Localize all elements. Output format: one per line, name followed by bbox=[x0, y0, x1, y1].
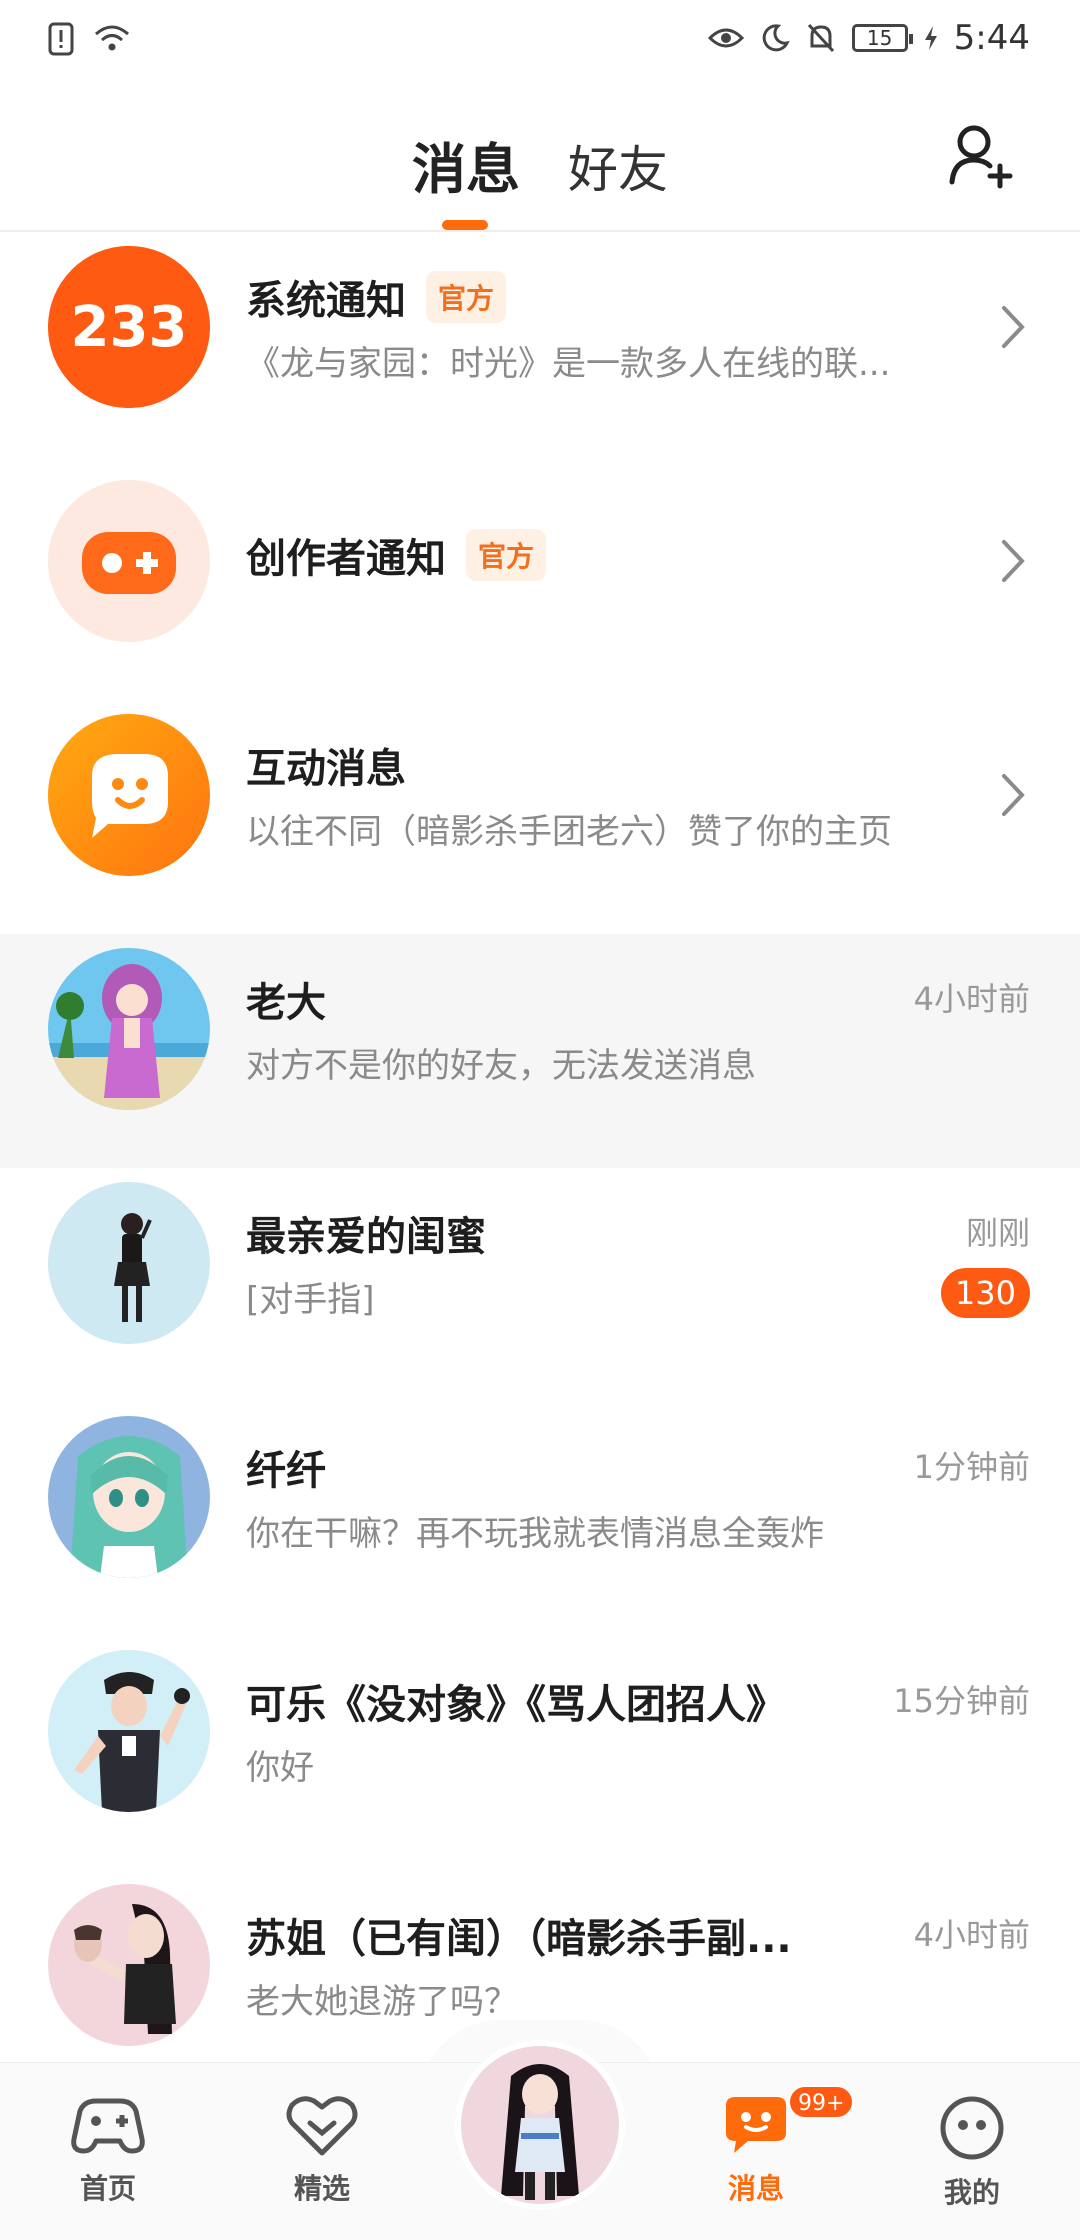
row-title: 苏姐（已有闺）（暗影杀手副... bbox=[246, 1916, 792, 1962]
tab-messages[interactable]: 消息 bbox=[412, 125, 520, 204]
avatar bbox=[48, 1416, 210, 1578]
nav-messages[interactable]: 99+ 消息 bbox=[696, 2085, 855, 2207]
chevron-right-icon bbox=[1002, 774, 1025, 816]
unread-count-badge: 130 bbox=[940, 1268, 1030, 1318]
row-preview: [对手指] bbox=[246, 1280, 375, 1320]
nav-profile[interactable]: 我的 bbox=[912, 2093, 1032, 2211]
avatar-chat-face-icon bbox=[48, 714, 210, 876]
eye-icon bbox=[707, 28, 744, 48]
row-title: 互动消息 bbox=[246, 746, 406, 792]
avatar bbox=[48, 1182, 210, 1344]
moon-icon bbox=[762, 24, 790, 52]
list-item-conversation[interactable]: 最亲爱的闺蜜 刚刚 [对手指] 130 bbox=[0, 1168, 1080, 1402]
row-time: 1分钟前 bbox=[913, 1448, 1030, 1486]
chat-icon bbox=[726, 2097, 786, 2153]
row-preview: 你在干嘛？再不玩我就表情消息全轰炸 bbox=[246, 1514, 824, 1554]
face-icon bbox=[940, 2096, 1004, 2160]
list-item-interaction-messages[interactable]: 互动消息 以往不同（暗影杀手团老六）赞了你的主页 bbox=[0, 700, 1080, 934]
row-title: 创作者通知 官方 bbox=[246, 526, 547, 584]
status-left-icons bbox=[48, 22, 132, 56]
row-title: 纤纤 bbox=[246, 1448, 326, 1494]
row-time: 刚刚 bbox=[965, 1214, 1030, 1252]
messages-badge: 99+ bbox=[788, 2085, 855, 2119]
list-item-system-notice[interactable]: 233 系统通知 官方 《龙与家园：时光》是一款多人在线的联... bbox=[0, 232, 1080, 466]
message-list: 233 系统通知 官方 《龙与家园：时光》是一款多人在线的联... 创作者通知 官方… bbox=[0, 232, 1080, 2104]
tab-friends[interactable]: 好友 bbox=[568, 130, 668, 202]
row-title: 可乐《没对象》《骂人团招人》 bbox=[246, 1682, 786, 1728]
bell-off-icon bbox=[807, 23, 834, 53]
chevron-right-icon bbox=[1002, 306, 1025, 348]
row-preview: 《龙与家园：时光》是一款多人在线的联... bbox=[246, 344, 891, 384]
svg-text:233: 233 bbox=[71, 295, 188, 360]
list-item-creator-notice[interactable]: 创作者通知 官方 bbox=[0, 466, 1080, 700]
sim-alert-icon bbox=[48, 22, 74, 56]
row-preview: 对方不是你的好友，无法发送消息 bbox=[246, 1046, 756, 1086]
row-title: 老大 bbox=[246, 980, 326, 1026]
row-preview: 老大她退游了吗？ bbox=[246, 1982, 518, 2022]
header: 消息 好友 bbox=[0, 80, 1080, 232]
row-preview: 以往不同（暗影杀手团老六）赞了你的主页 bbox=[246, 812, 892, 852]
official-badge: 官方 bbox=[466, 529, 547, 581]
row-title: 最亲爱的闺蜜 bbox=[246, 1214, 486, 1260]
gamepad-icon bbox=[71, 2098, 145, 2154]
avatar-gamepad-icon bbox=[48, 480, 210, 642]
tab-indicator bbox=[442, 220, 488, 230]
list-item-conversation[interactable]: 可乐《没对象》《骂人团招人》 15分钟前 你好 bbox=[0, 1636, 1080, 1870]
avatar bbox=[48, 948, 210, 1110]
row-preview: 你好 bbox=[246, 1748, 314, 1788]
nav-center-avatar[interactable] bbox=[455, 2040, 625, 2210]
nav-home[interactable]: 首页 bbox=[48, 2093, 168, 2207]
heart-icon bbox=[286, 2096, 358, 2156]
add-friend-icon[interactable] bbox=[946, 120, 1016, 190]
row-title: 系统通知 官方 bbox=[246, 268, 507, 326]
list-item-conversation[interactable]: 纤纤 1分钟前 你在干嘛？再不玩我就表情消息全轰炸 bbox=[0, 1402, 1080, 1636]
row-time: 4小时前 bbox=[913, 980, 1030, 1018]
chevron-right-icon bbox=[1002, 540, 1025, 582]
nav-label: 精选 bbox=[293, 2172, 350, 2205]
nav-label: 首页 bbox=[79, 2172, 136, 2205]
avatar-233-logo-icon: 233 bbox=[48, 246, 210, 408]
list-item-conversation[interactable]: 老大 4小时前 对方不是你的好友，无法发送消息 bbox=[0, 934, 1080, 1168]
nav-label: 消息 bbox=[727, 2172, 784, 2205]
avatar bbox=[48, 1884, 210, 2046]
row-time: 15分钟前 bbox=[893, 1682, 1030, 1720]
battery-indicator: 15 bbox=[851, 24, 913, 52]
official-badge: 官方 bbox=[426, 271, 507, 323]
wifi-icon bbox=[95, 25, 129, 51]
nav-label: 我的 bbox=[943, 2176, 1000, 2209]
status-time: 5:44 bbox=[953, 18, 1030, 58]
status-right-icons: 15 5:44 bbox=[707, 18, 1030, 58]
row-time: 4小时前 bbox=[913, 1916, 1030, 1954]
nav-featured[interactable]: 精选 bbox=[262, 2093, 382, 2207]
charging-icon bbox=[924, 26, 937, 50]
status-bar: 15 5:44 bbox=[0, 0, 1080, 80]
avatar bbox=[48, 1650, 210, 1812]
